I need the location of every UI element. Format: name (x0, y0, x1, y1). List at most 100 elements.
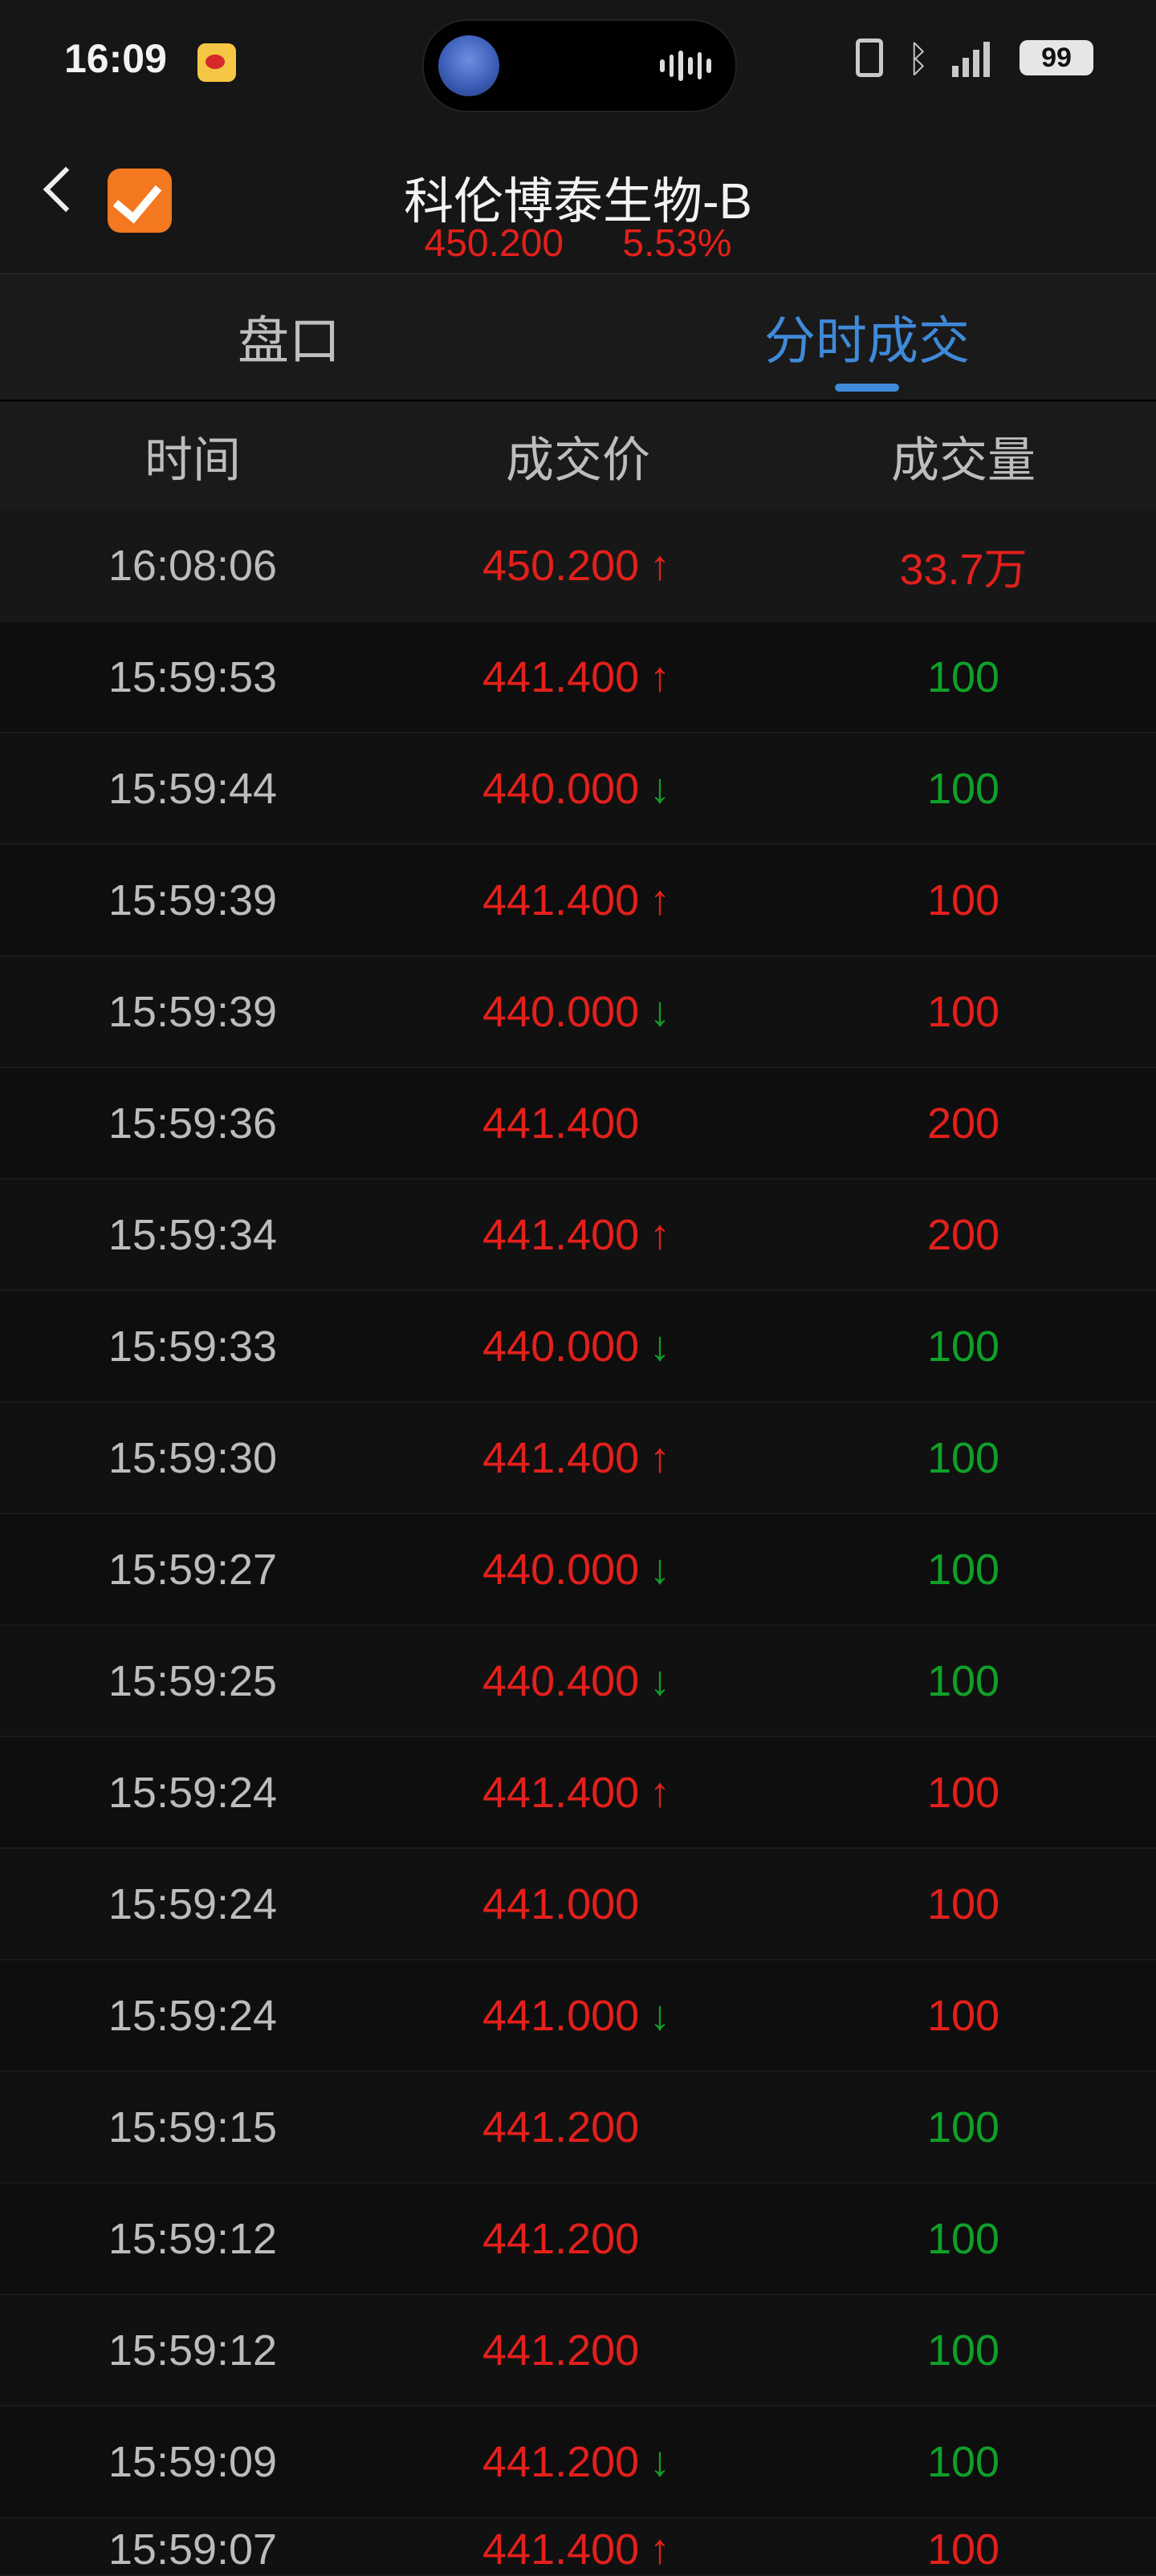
trade-list[interactable]: 16:08:06 450.200 ↑ 33.7万 15:59:53 441.400 ↑ 100… (0, 510, 1156, 2576)
trade-price-cell: 441.000 ↓ (385, 1991, 771, 2041)
trade-price-cell: 441.000 (385, 1879, 771, 1929)
signal-icon (952, 39, 999, 77)
table-row: 15:59:24 441.400 ↑ 100 (0, 1737, 1156, 1849)
trade-price-cell: 441.200 (385, 2214, 771, 2264)
trade-price: 441.200 (482, 2326, 640, 2375)
trade-time: 15:59:15 (108, 2103, 278, 2151)
trade-volume: 100 (926, 2214, 1000, 2263)
column-header-price: 成交价 (506, 433, 650, 487)
trade-price-cell: 441.400 ↑ (385, 2525, 771, 2574)
trade-price: 440.000 (482, 764, 640, 813)
trade-time: 15:59:33 (108, 1322, 278, 1371)
trade-price: 441.400 (482, 1433, 640, 1482)
table-row: 15:59:07 441.400 ↑ 100 (0, 2518, 1156, 2576)
arrow-up-icon: ↑ (649, 542, 670, 589)
arrow-up-icon: ↑ (649, 1434, 670, 1481)
table-row: 15:59:34 441.400 ↑ 200 (0, 1180, 1156, 1291)
trade-price: 440.000 (482, 1322, 640, 1371)
battery-icon: 99 (1020, 40, 1093, 75)
trade-time: 15:59:24 (108, 1991, 278, 2040)
table-row: 15:59:15 441.200 100 (0, 2072, 1156, 2184)
vibrate-icon (856, 39, 883, 77)
table-row: 15:59:12 441.200 100 (0, 2295, 1156, 2407)
table-row: 15:59:24 441.000 100 (0, 1849, 1156, 1960)
trade-price: 440.000 (482, 987, 640, 1036)
column-header-time: 时间 (144, 433, 241, 487)
trade-volume: 100 (926, 1991, 1000, 2040)
trade-volume: 100 (926, 987, 1000, 1036)
trade-price-cell: 441.400 ↑ (385, 1768, 771, 1818)
trade-time: 15:59:39 (108, 876, 278, 924)
trade-time: 15:59:53 (108, 652, 278, 701)
trade-price: 441.400 (482, 652, 640, 701)
trade-price: 441.400 (482, 2525, 640, 2574)
trade-time: 15:59:25 (108, 1656, 278, 1705)
trade-price-cell: 440.000 ↓ (385, 1545, 771, 1595)
bluetooth-icon (904, 37, 931, 80)
arrow-up-icon: ↑ (649, 876, 670, 924)
trade-volume: 100 (926, 1656, 1000, 1705)
status-bar: 16:09 99 (0, 0, 1156, 128)
arrow-up-icon: ↑ (649, 1211, 670, 1258)
trade-time: 15:59:07 (108, 2525, 278, 2574)
trade-volume: 100 (926, 1545, 1000, 1594)
table-row: 15:59:09 441.200 ↓ 100 (0, 2407, 1156, 2518)
arrow-up-icon: ↑ (649, 2526, 670, 2573)
arrow-down-icon: ↓ (649, 1323, 670, 1370)
trade-time: 15:59:44 (108, 764, 278, 813)
trade-price: 441.400 (482, 1768, 640, 1817)
trade-price: 450.200 (482, 541, 640, 590)
trade-volume: 100 (926, 2525, 1000, 2574)
table-row: 15:59:39 440.000 ↓ 100 (0, 957, 1156, 1068)
table-row: 15:59:25 440.400 ↓ 100 (0, 1626, 1156, 1737)
trade-volume: 100 (926, 1322, 1000, 1371)
trade-volume: 100 (926, 1768, 1000, 1817)
weibo-icon (197, 43, 236, 82)
arrow-up-icon: ↑ (649, 653, 670, 701)
tab-bar: 盘口 分时成交 (0, 273, 1156, 401)
trade-time: 15:59:27 (108, 1545, 278, 1594)
trade-volume: 100 (926, 764, 1000, 813)
trade-time: 15:59:24 (108, 1768, 278, 1817)
column-header-volume: 成交量 (891, 433, 1036, 487)
arrow-up-icon: ↑ (649, 1769, 670, 1816)
trade-price: 441.400 (482, 1099, 640, 1148)
trade-price: 441.000 (482, 1879, 640, 1928)
table-row: 15:59:24 441.000 ↓ 100 (0, 1960, 1156, 2072)
table-row: 15:59:33 440.000 ↓ 100 (0, 1291, 1156, 1403)
status-icons: 99 (856, 37, 1093, 80)
arrow-down-icon: ↓ (649, 988, 670, 1035)
table-row: 15:59:44 440.000 ↓ 100 (0, 733, 1156, 845)
stock-price: 450.200 (424, 222, 564, 265)
trade-volume: 100 (926, 652, 1000, 701)
trade-time: 16:08:06 (108, 541, 278, 590)
trade-time: 15:59:12 (108, 2214, 278, 2263)
trade-volume: 100 (926, 1433, 1000, 1482)
trade-volume: 100 (926, 876, 1000, 924)
tab-order-book[interactable]: 盘口 (0, 274, 578, 400)
trade-price-cell: 441.400 ↑ (385, 652, 771, 702)
trade-price-cell: 440.000 ↓ (385, 1322, 771, 1371)
stock-quote: 450.200 5.53% (0, 221, 1156, 266)
trade-price-cell: 441.400 ↑ (385, 1433, 771, 1483)
dynamic-island[interactable] (422, 19, 737, 112)
table-row: 15:59:53 441.400 ↑ 100 (0, 622, 1156, 733)
tab-time-trades[interactable]: 分时成交 (578, 274, 1156, 400)
trade-price-cell: 441.200 (385, 2103, 771, 2152)
arrow-down-icon: ↓ (649, 1657, 670, 1704)
active-tab-indicator (835, 384, 899, 392)
trade-price-cell: 441.400 ↑ (385, 1210, 771, 1260)
trade-price: 441.000 (482, 1991, 640, 2040)
arrow-down-icon: ↓ (649, 765, 670, 812)
trade-volume: 33.7万 (899, 546, 1028, 594)
table-row: 15:59:36 441.400 200 (0, 1068, 1156, 1180)
table-row: 15:59:30 441.400 ↑ 100 (0, 1403, 1156, 1514)
trade-price: 440.400 (482, 1656, 640, 1705)
trade-price-cell: 441.200 (385, 2326, 771, 2375)
table-row: 15:59:12 441.200 100 (0, 2184, 1156, 2295)
stock-change: 5.53% (622, 222, 732, 265)
trade-time: 15:59:30 (108, 1433, 278, 1482)
arrow-down-icon: ↓ (649, 2438, 670, 2485)
arrow-down-icon: ↓ (649, 1546, 670, 1593)
trade-price: 440.000 (482, 1545, 640, 1594)
